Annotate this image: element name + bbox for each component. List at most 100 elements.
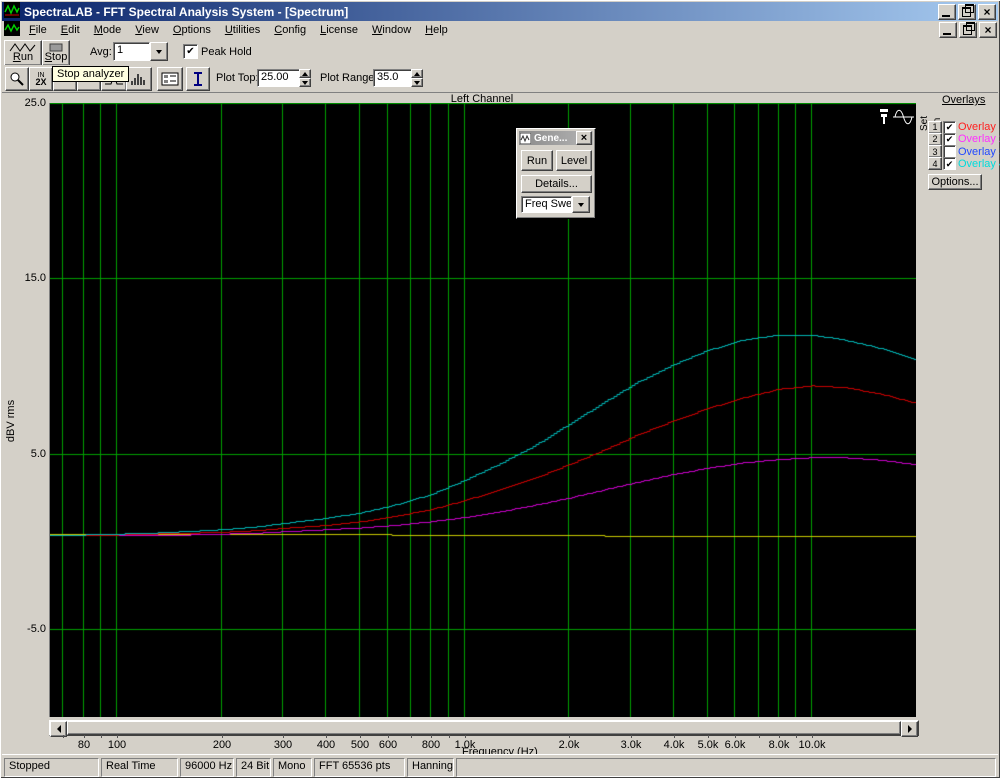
x-tick-mark — [759, 735, 760, 738]
mdi-minimize-button[interactable] — [939, 21, 957, 38]
overlay-label: Overlay 1 — [958, 121, 1000, 133]
close-icon: × — [580, 132, 588, 144]
plot-top-spinner — [299, 69, 311, 87]
generator-level-button[interactable]: Level — [556, 150, 592, 171]
x-tick-mark — [360, 735, 361, 738]
x-tick-mark — [326, 735, 327, 738]
minimize-icon — [943, 32, 951, 35]
generator-icon — [520, 132, 531, 144]
overlays-panel: Overlays Set On 1✔Overlay 12✔Overlay 23O… — [919, 94, 1000, 190]
spectrum-plot-canvas[interactable] — [49, 103, 916, 717]
scroll-right-button[interactable] — [901, 721, 918, 737]
overlay-set-button[interactable]: 2 — [928, 132, 942, 146]
zoom-in-2x-button[interactable]: IN 2X — [29, 67, 53, 91]
x-tick-mark — [431, 735, 432, 738]
magnifier-icon — [10, 72, 24, 86]
tooltip: Stop analyzer — [52, 66, 130, 82]
avg-dropdown-button[interactable] — [150, 42, 168, 61]
chevron-down-icon — [414, 80, 420, 85]
overlay-options-button[interactable]: Options... — [928, 174, 982, 190]
x-tick-label: 300 — [273, 739, 293, 751]
generator-indicator-icon — [878, 107, 916, 130]
overlay-on-checkbox[interactable] — [943, 145, 956, 159]
x-tick-label: 100 — [107, 739, 127, 751]
x-tick-mark — [569, 735, 570, 738]
x-tick-label: 5.0k — [697, 739, 719, 751]
generator-dialog-titlebar[interactable]: Gene... × — [519, 131, 593, 145]
marker-tool-button[interactable] — [186, 67, 210, 91]
scroll-left-button[interactable] — [50, 721, 67, 737]
spin-up-button[interactable] — [411, 69, 423, 78]
menu-item-view[interactable]: View — [128, 22, 166, 38]
x-tick-label: 80 — [77, 739, 91, 751]
restore-button[interactable] — [958, 3, 976, 20]
x-tick-mark — [812, 735, 813, 738]
bar-display-button[interactable] — [126, 67, 152, 91]
plot-range-input[interactable]: 35.0 — [373, 69, 413, 87]
plot-top-input[interactable]: 25.00 — [257, 69, 301, 87]
x-tick-mark — [465, 735, 466, 738]
mdi-restore-button[interactable] — [959, 21, 977, 38]
document-icon[interactable] — [4, 20, 20, 39]
minimize-button[interactable] — [938, 3, 956, 20]
menu-item-utilities[interactable]: Utilities — [218, 22, 267, 38]
run-button[interactable]: Run — [4, 40, 42, 66]
generator-close-button[interactable]: × — [576, 131, 592, 145]
overlay-label: Overlay 3 — [958, 145, 1000, 158]
x-tick-mark — [117, 735, 118, 738]
overlay-on-checkbox[interactable]: ✔ — [943, 132, 956, 146]
avg-combobox[interactable]: 1 — [113, 42, 168, 61]
avg-value: 1 — [113, 42, 150, 61]
x-tick-mark — [222, 735, 223, 738]
spin-down-button[interactable] — [299, 78, 311, 87]
spin-down-button[interactable] — [411, 78, 423, 87]
mdi-window-controls: × — [937, 21, 998, 38]
display-options-button[interactable] — [157, 67, 183, 91]
menu-item-options[interactable]: Options — [166, 22, 218, 38]
x-tick-label: 6.0k — [724, 739, 746, 751]
x-tick-mark — [449, 735, 450, 738]
overlay-set-button[interactable]: 4 — [928, 157, 942, 171]
overlay-on-checkbox[interactable]: ✔ — [943, 120, 956, 134]
status-cell: FFT 65536 pts — [314, 758, 405, 777]
minimize-icon — [942, 14, 950, 17]
close-button[interactable]: × — [978, 3, 996, 20]
menu-item-help[interactable]: Help — [418, 22, 455, 38]
generator-mode-combobox[interactable]: Freq Sweep — [521, 196, 590, 213]
generator-run-button[interactable]: Run — [521, 150, 553, 171]
plot-range-label: Plot Range: — [320, 72, 378, 84]
peak-hold-checkbox[interactable]: ✔ — [183, 44, 198, 59]
mdi-close-button[interactable]: × — [979, 21, 997, 38]
spin-up-button[interactable] — [299, 69, 311, 78]
menu-item-mode[interactable]: Mode — [87, 22, 129, 38]
generator-details-button[interactable]: Details... — [521, 175, 592, 193]
x-tick-label: 600 — [378, 739, 398, 751]
menu-item-edit[interactable]: Edit — [54, 22, 87, 38]
generator-mode-dropdown-button[interactable] — [572, 196, 590, 213]
window-title: SpectraLAB - FFT Spectral Analysis Syste… — [24, 4, 349, 19]
overlay-set-button[interactable]: 1 — [928, 120, 942, 134]
menu-item-file[interactable]: File — [22, 22, 54, 38]
generator-mode-value: Freq Sweep — [521, 196, 572, 213]
overlays-heading[interactable]: Overlays — [942, 94, 1000, 106]
menu-item-license[interactable]: License — [313, 22, 365, 38]
x-tick-label: 3.0k — [620, 739, 642, 751]
overlay-set-button[interactable]: 3 — [928, 145, 942, 159]
arrow-left-icon — [56, 725, 61, 733]
overlay-label: Overlay 4 — [958, 157, 1000, 170]
menu-bar: File Edit Mode View Options Utilities Config Li… — [2, 20, 998, 39]
avg-label: Avg: — [90, 46, 112, 58]
chevron-down-icon — [302, 80, 308, 85]
overlay-label: Overlay 2 — [958, 133, 1000, 146]
x-tick-mark — [283, 735, 284, 738]
stop-button[interactable]: Stop — [42, 40, 70, 66]
run-button-label: Run — [12, 51, 34, 63]
menu-item-window[interactable]: Window — [365, 22, 418, 38]
horizontal-scrollbar — [49, 720, 919, 737]
scrollbar-thumb[interactable] — [67, 721, 901, 735]
zoom-tool-button[interactable] — [5, 67, 29, 91]
menu-item-config[interactable]: Config — [267, 22, 313, 38]
restore-icon — [963, 21, 975, 35]
overlay-on-checkbox[interactable]: ✔ — [943, 157, 956, 171]
x-tick-mark — [388, 735, 389, 738]
